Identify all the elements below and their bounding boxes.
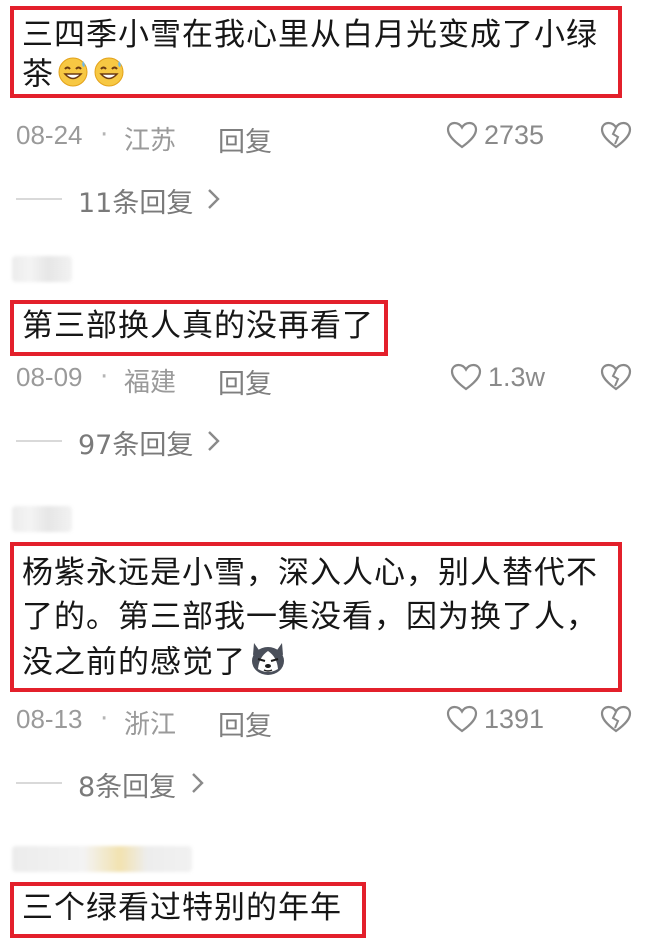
heart-icon[interactable] [446, 120, 478, 150]
comment-date: 08-13 [16, 704, 83, 734]
grinning-sweat-emoji [56, 55, 90, 97]
avatar[interactable] [12, 846, 192, 872]
comment-text: 第三部换人真的没再看了 [10, 300, 388, 356]
comment-date: 08-24 [16, 120, 83, 150]
comment-location: 江苏 [124, 126, 177, 156]
heart-icon[interactable] [446, 704, 478, 734]
broken-heart-icon[interactable] [600, 362, 632, 392]
heart-icon[interactable] [450, 362, 482, 392]
comment-meta: 08-24 · 江苏 回复 2735 [0, 116, 660, 159]
replies-divider [16, 782, 62, 784]
comment-body: 三个绿看过特别的年年 [22, 890, 342, 926]
comment-location: 福建 [124, 368, 177, 398]
husky-dog-emoji [248, 639, 288, 689]
replies-divider [16, 440, 62, 442]
meta-separator: · [100, 704, 109, 734]
chevron-right-icon[interactable] [190, 771, 206, 795]
broken-heart-icon[interactable] [600, 120, 632, 150]
comment-text: 杨紫永远是小雪，深入人心，别人替代不了的。第三部我一集没看，因为换了人，没之前的… [10, 542, 622, 692]
chevron-right-icon[interactable] [206, 429, 222, 453]
reply-button[interactable]: 回复 [218, 120, 272, 159]
view-replies[interactable]: 97条回复 [0, 420, 660, 462]
like-count: 1.3w [488, 362, 546, 392]
avatar[interactable] [12, 506, 72, 532]
grinning-sweat-emoji [92, 55, 126, 97]
replies-divider [16, 198, 62, 200]
reply-button[interactable]: 回复 [218, 362, 272, 401]
broken-heart-icon[interactable] [600, 704, 632, 734]
view-replies[interactable]: 8条回复 [0, 762, 660, 804]
comment-meta: 08-13 · 浙江 回复 1391 [0, 700, 660, 743]
meta-separator: · [100, 362, 109, 392]
comment-text: 三个绿看过特别的年年 [10, 882, 366, 938]
replies-count[interactable]: 97条回复 [78, 423, 193, 462]
chevron-right-icon[interactable] [206, 187, 222, 211]
comment-meta: 08-09 · 福建 回复 1.3w [0, 358, 660, 401]
like-count: 2735 [484, 120, 545, 150]
comment-text: 三四季小雪在我心里从白月光变成了小绿茶 [10, 6, 622, 98]
comment-location: 浙江 [124, 710, 177, 740]
comment-body: 第三部换人真的没再看了 [22, 308, 374, 344]
replies-count[interactable]: 11条回复 [78, 181, 193, 220]
view-replies[interactable]: 11条回复 [0, 178, 660, 220]
like-count: 1391 [484, 704, 545, 734]
comment-body: 杨紫永远是小雪，深入人心，别人替代不了的。第三部我一集没看，因为换了人，没之前的… [22, 555, 598, 681]
comment-date: 08-09 [16, 362, 83, 392]
replies-count[interactable]: 8条回复 [78, 765, 176, 804]
reply-button[interactable]: 回复 [218, 704, 272, 743]
avatar[interactable] [12, 256, 72, 282]
meta-separator: · [100, 120, 109, 150]
